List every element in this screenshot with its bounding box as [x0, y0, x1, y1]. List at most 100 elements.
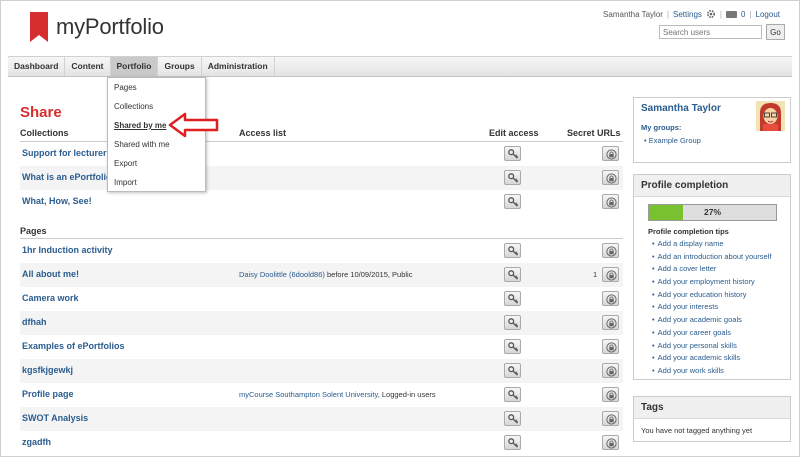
tip-link[interactable]: Add your interests	[652, 301, 771, 314]
edit-access-button[interactable]	[504, 435, 521, 450]
bookmark-logo-icon	[30, 12, 48, 42]
tags-empty-text: You have not tagged anything yet	[641, 426, 753, 435]
tip-link[interactable]: Add your education history	[652, 289, 771, 302]
edit-access-button[interactable]	[504, 339, 521, 354]
edit-access-button[interactable]	[504, 170, 521, 185]
row-title-link[interactable]: Camera work	[22, 293, 79, 303]
table-row: What, How, See!	[20, 190, 623, 214]
edit-access-button[interactable]	[504, 387, 521, 402]
row-title-link[interactable]: zgadfh	[22, 437, 51, 447]
table-row: SWOT Analysis	[20, 407, 623, 431]
secret-urls-button[interactable]	[602, 363, 619, 378]
table-row: kgsfkjgewkj	[20, 359, 623, 383]
main-nav: Dashboard Content Portfolio Groups Admin…	[8, 56, 792, 77]
table-row: Profile page myCourse Southampton Solent …	[20, 383, 623, 407]
tip-link[interactable]: Add your academic skills	[652, 352, 771, 365]
secret-urls-button[interactable]	[602, 267, 619, 282]
tip-link[interactable]: Add an introduction about yourself	[652, 251, 772, 264]
secret-urls-button[interactable]	[602, 315, 619, 330]
tip-link[interactable]: Add your career goals	[652, 327, 771, 340]
tip-link[interactable]: Add your personal skills	[652, 340, 771, 353]
edit-access-button[interactable]	[504, 243, 521, 258]
annotation-arrow-icon	[168, 112, 219, 138]
table-row: All about me! Daisy Doolittle (6doold86) …	[20, 263, 623, 287]
tip-link[interactable]: Add your academic goals	[652, 314, 771, 327]
row-title-link[interactable]: dfhah	[22, 317, 47, 327]
logout-link[interactable]: Logout	[756, 10, 780, 19]
secret-urls-button[interactable]	[602, 387, 619, 402]
tags-panel: Tags You have not tagged anything yet	[633, 396, 791, 442]
inbox-count[interactable]: 0	[741, 10, 745, 19]
row-title-link[interactable]: 1hr Induction activity	[22, 245, 113, 255]
row-title-link[interactable]: All about me!	[22, 269, 79, 279]
edit-access-button[interactable]	[504, 194, 521, 209]
nav-groups[interactable]: Groups	[158, 57, 202, 76]
nav-administration[interactable]: Administration	[202, 57, 275, 76]
secret-url-count: 1	[593, 270, 598, 279]
row-title-link[interactable]: kgsfkjgewkj	[22, 365, 73, 375]
secret-urls-button[interactable]	[602, 339, 619, 354]
nav-portfolio[interactable]: Portfolio	[110, 57, 159, 76]
row-title-link[interactable]: Support for lecturers	[22, 148, 112, 158]
secret-urls-button[interactable]	[602, 243, 619, 258]
row-title-link[interactable]: What, How, See!	[22, 196, 92, 206]
pages-heading: Pages	[20, 226, 47, 236]
row-title-link[interactable]: SWOT Analysis	[22, 413, 88, 423]
secret-urls-button[interactable]	[602, 170, 619, 185]
tips-title: Profile completion tips	[648, 227, 729, 236]
inbox-icon[interactable]	[726, 10, 737, 18]
tip-link[interactable]: Add a cover letter	[652, 263, 771, 276]
edit-access-button[interactable]	[504, 146, 521, 161]
tip-link[interactable]: Add your employment history	[652, 276, 771, 289]
sidebar-user-name[interactable]: Samantha Taylor	[641, 103, 721, 114]
group-link[interactable]: • Example Group	[644, 136, 701, 145]
secret-urls-heading: Secret URLs	[567, 128, 621, 138]
edit-access-button[interactable]	[504, 291, 521, 306]
menu-item-import[interactable]: Import	[108, 173, 205, 192]
table-row: Examples of ePortfolios	[20, 335, 623, 359]
search-users-input[interactable]	[659, 25, 762, 39]
row-title-link[interactable]: Examples of ePortfolios	[22, 341, 125, 351]
table-row: Camera work	[20, 287, 623, 311]
go-button[interactable]: Go	[766, 24, 785, 40]
access-link[interactable]: myCourse Southampton Solent University	[239, 390, 378, 399]
edit-access-button[interactable]	[504, 267, 521, 282]
menu-item-pages[interactable]: Pages	[108, 78, 205, 97]
progress-percent: 27%	[703, 207, 721, 217]
nav-content[interactable]: Content	[65, 57, 111, 76]
access-list-value: Daisy Doolittle (6doold86) before 10/09/…	[239, 270, 413, 279]
edit-access-button[interactable]	[504, 315, 521, 330]
profile-completion-title: Profile completion	[634, 175, 790, 197]
secret-urls-button[interactable]	[602, 146, 619, 161]
secret-urls-button[interactable]	[602, 291, 619, 306]
table-row: 1hr Induction activity	[20, 239, 623, 263]
gear-icon[interactable]	[706, 9, 716, 19]
row-title-link[interactable]: Profile page	[22, 389, 74, 399]
access-link[interactable]: Daisy Doolittle (6doold86)	[239, 270, 325, 279]
secret-urls-button[interactable]	[602, 435, 619, 450]
edit-access-button[interactable]	[504, 363, 521, 378]
edit-access-button[interactable]	[504, 411, 521, 426]
settings-link[interactable]: Settings	[673, 10, 702, 19]
table-row: dfhah	[20, 311, 623, 335]
user-links: Samantha Taylor | Settings | 0 | Logout	[603, 9, 780, 19]
table-row: zgadfh	[20, 431, 623, 455]
edit-access-heading: Edit access	[489, 128, 539, 138]
secret-urls-button[interactable]	[602, 194, 619, 209]
profile-completion-panel: Profile completion 27% Profile completio…	[633, 174, 791, 380]
my-groups-label: My groups:	[641, 123, 682, 132]
tips-list: Add a display nameAdd an introduction ab…	[652, 238, 772, 378]
access-list-heading: Access list	[239, 128, 287, 138]
logo[interactable]: myPortfolio	[30, 12, 164, 42]
row-title-link[interactable]: What is an ePortfolio	[22, 172, 112, 182]
user-panel: Samantha Taylor My groups: • Example Gro…	[633, 97, 791, 163]
avatar[interactable]	[756, 101, 785, 131]
secret-urls-button[interactable]	[602, 411, 619, 426]
page-title: Share	[20, 104, 62, 121]
nav-dashboard[interactable]: Dashboard	[8, 57, 66, 76]
tip-link[interactable]: Add your work skills	[652, 365, 771, 378]
menu-item-export[interactable]: Export	[108, 154, 205, 173]
collections-heading: Collections	[20, 128, 69, 138]
header-user-name[interactable]: Samantha Taylor	[603, 10, 663, 19]
tip-link[interactable]: Add a display name	[652, 238, 771, 251]
